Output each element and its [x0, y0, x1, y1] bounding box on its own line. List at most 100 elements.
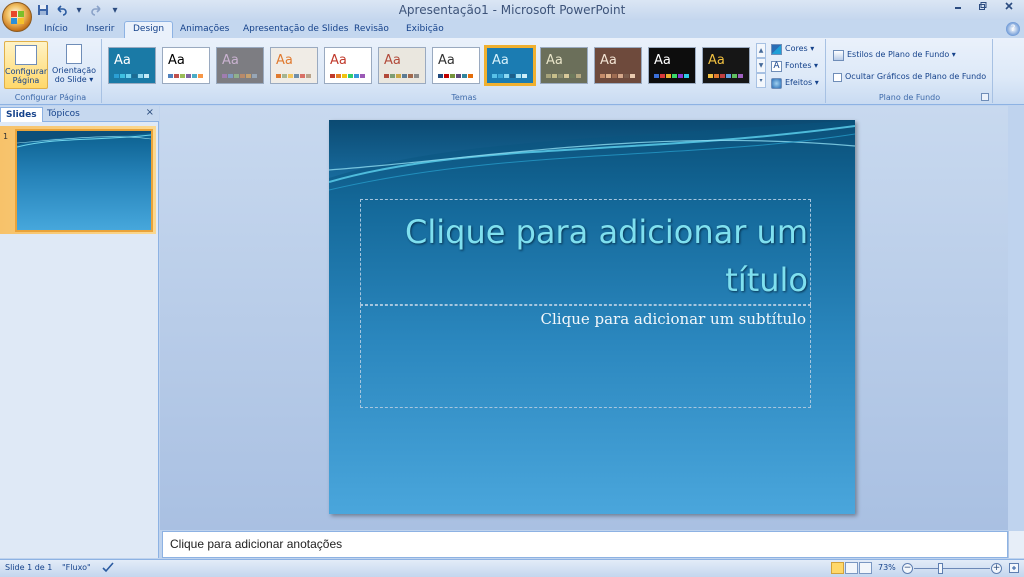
- window-title: Apresentação1 - Microsoft PowerPoint: [398, 3, 626, 17]
- slide-show-icon[interactable]: [859, 562, 872, 574]
- theme-swatches: [438, 74, 473, 78]
- tab-animacoes[interactable]: Animações: [172, 22, 237, 38]
- ribbon-tabs: Início Inserir Design Animações Apresent…: [0, 20, 1024, 39]
- canvas-scrollbar[interactable]: [1008, 106, 1024, 530]
- theme-swatches: [276, 74, 311, 78]
- theme-color-swatch: [468, 74, 473, 78]
- tab-slides[interactable]: Slides: [0, 107, 43, 122]
- gallery-down-icon[interactable]: ▼: [756, 58, 766, 73]
- theme-swatches: [222, 74, 257, 78]
- zoom-slider-thumb[interactable]: [937, 563, 943, 574]
- slide-orientation-button[interactable]: Orientação do Slide ▾: [50, 41, 98, 89]
- efeitos-label: Efeitos ▾: [785, 78, 819, 87]
- theme-swatches: [708, 74, 743, 78]
- slide-orientation-icon: [66, 44, 82, 64]
- theme-color-swatch: [666, 74, 671, 78]
- theme-swatches: [492, 74, 527, 78]
- theme-color-swatch: [678, 74, 683, 78]
- theme-color-swatch: [306, 74, 311, 78]
- close-icon[interactable]: ×: [146, 107, 154, 118]
- checkbox-icon: [833, 72, 842, 82]
- theme-thumbnail[interactable]: Aa: [702, 47, 750, 84]
- subtitle-placeholder[interactable]: Clique para adicionar um subtítulo: [360, 305, 811, 408]
- gallery-more-icon[interactable]: ▾: [756, 73, 766, 88]
- restore-icon[interactable]: [970, 0, 994, 18]
- status-bar: Slide 1 de 1 "Fluxo" 73% − +: [0, 559, 1024, 577]
- theme-color-swatch: [684, 74, 689, 78]
- theme-swatches: [654, 74, 689, 78]
- slides-pane: Slides Tópicos × 1: [0, 106, 159, 558]
- theme-thumbnail[interactable]: Aa: [378, 47, 426, 84]
- theme-thumbnail[interactable]: Aa: [270, 47, 318, 84]
- slide-thumbnail-row[interactable]: 1: [0, 126, 156, 234]
- cores-button[interactable]: Cores ▾: [771, 42, 814, 56]
- zoom-in-icon[interactable]: +: [991, 563, 1002, 574]
- theme-color-swatch: [720, 74, 725, 78]
- theme-sample-text: Aa: [546, 53, 563, 68]
- slide-number: 1: [3, 132, 9, 141]
- theme-color-swatch: [708, 74, 713, 78]
- theme-color-swatch: [222, 74, 227, 78]
- theme-color-swatch: [654, 74, 659, 78]
- theme-name: "Fluxo": [62, 563, 91, 572]
- gallery-up-icon[interactable]: ▲: [756, 43, 766, 58]
- theme-thumbnail[interactable]: Aa: [648, 47, 696, 84]
- help-icon[interactable]: ?: [1006, 22, 1020, 36]
- theme-thumbnail[interactable]: Aa: [432, 47, 480, 84]
- theme-thumbnail[interactable]: Aa: [162, 47, 210, 84]
- notes-pane[interactable]: Clique para adicionar anotações: [162, 531, 1008, 558]
- theme-color-swatch: [396, 74, 401, 78]
- hide-background-graphics-checkbox[interactable]: Ocultar Gráficos de Plano de Fundo: [833, 70, 986, 84]
- theme-thumbnail[interactable]: Aa: [324, 47, 372, 84]
- theme-thumbnail[interactable]: Aa: [108, 47, 156, 84]
- spell-check-icon[interactable]: [101, 561, 115, 575]
- tab-exibicao[interactable]: Exibição: [398, 22, 452, 38]
- theme-thumbnail[interactable]: Aa: [216, 47, 264, 84]
- tab-inserir[interactable]: Inserir: [78, 22, 123, 38]
- efeitos-button[interactable]: Efeitos ▾: [771, 76, 819, 90]
- zoom-slider[interactable]: [914, 568, 990, 569]
- theme-color-swatch: [462, 74, 467, 78]
- fontes-button[interactable]: A Fontes ▾: [771, 59, 818, 73]
- slide-canvas: Clique para adicionar um título Clique p…: [160, 106, 1008, 530]
- close-icon[interactable]: [994, 0, 1024, 18]
- page-setup-button[interactable]: Configurar Página: [4, 41, 48, 89]
- background-styles-button[interactable]: Estilos de Plano de Fundo ▾: [833, 48, 956, 62]
- theme-color-swatch: [126, 74, 131, 78]
- zoom-level[interactable]: 73%: [878, 563, 896, 572]
- theme-color-swatch: [714, 74, 719, 78]
- slide[interactable]: Clique para adicionar um título Clique p…: [329, 120, 855, 514]
- dialog-launcher-icon[interactable]: [981, 93, 989, 101]
- theme-thumbnail[interactable]: Aa: [594, 47, 642, 84]
- notes-scrollbar[interactable]: [1008, 531, 1024, 558]
- theme-color-swatch: [552, 74, 557, 78]
- theme-thumbnail[interactable]: Aa: [484, 45, 536, 86]
- title-placeholder[interactable]: Clique para adicionar um título: [360, 199, 811, 305]
- group-label-plano-de-fundo: Plano de Fundo: [878, 93, 941, 102]
- tab-inicio[interactable]: Início: [36, 22, 76, 38]
- slide-sorter-icon[interactable]: [845, 562, 858, 574]
- tab-topicos[interactable]: Tópicos: [42, 107, 85, 122]
- minimize-icon[interactable]: [946, 0, 970, 18]
- theme-color-swatch: [180, 74, 185, 78]
- theme-color-swatch: [192, 74, 197, 78]
- theme-thumbnail[interactable]: Aa: [540, 47, 588, 84]
- slide-info: Slide 1 de 1: [5, 563, 53, 572]
- theme-sample-text: Aa: [438, 53, 455, 68]
- theme-color-swatch: [558, 74, 563, 78]
- normal-view-icon[interactable]: [831, 562, 844, 574]
- zoom-out-icon[interactable]: −: [902, 563, 913, 574]
- orientation-label-2: do Slide ▾: [54, 75, 94, 84]
- tab-revisao[interactable]: Revisão: [346, 22, 397, 38]
- office-button[interactable]: [2, 2, 32, 32]
- page-setup-label: Configurar: [5, 67, 48, 76]
- theme-color-swatch: [456, 74, 461, 78]
- tab-apresentacao-de-slides[interactable]: Apresentação de Slides: [235, 22, 356, 38]
- fit-to-window-icon[interactable]: [1008, 562, 1020, 576]
- fonts-icon: A: [771, 60, 782, 72]
- theme-sample-text: Aa: [384, 53, 401, 68]
- theme-sample-text: Aa: [654, 53, 671, 68]
- effects-icon: [771, 77, 782, 89]
- slide-thumbnail[interactable]: [15, 129, 153, 232]
- tab-design[interactable]: Design: [124, 21, 174, 39]
